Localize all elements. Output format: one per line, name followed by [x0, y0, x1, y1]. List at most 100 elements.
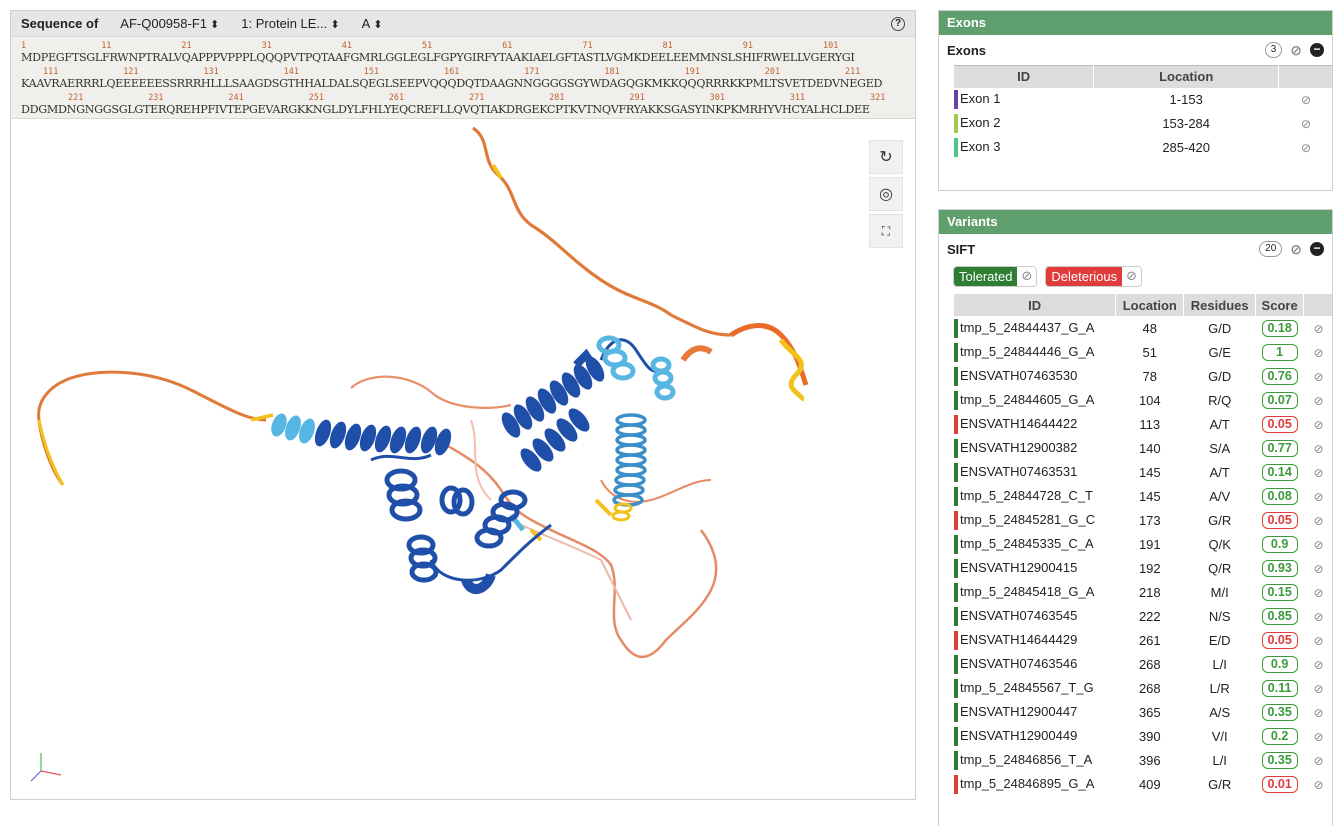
variant-row[interactable]: tmp_5_24844605_G_A 104 R/Q 0.07 ⊘ [954, 388, 1332, 412]
variant-visibility-cell: ⊘ [1304, 436, 1332, 460]
hide-icon[interactable]: ⊘ [1314, 682, 1324, 696]
column-header-visibility [1303, 294, 1332, 316]
variant-id-cell: tmp_5_24844446_G_A [954, 340, 1116, 364]
hide-icon[interactable]: ⊘ [1314, 658, 1324, 672]
chain-select[interactable]: A [362, 16, 383, 31]
hide-icon[interactable]: ⊘ [1122, 267, 1142, 285]
hide-icon[interactable]: ⊘ [1017, 267, 1037, 285]
hide-icon[interactable]: ⊘ [1314, 322, 1324, 336]
variant-location: 48 [1142, 320, 1158, 336]
hide-icon[interactable]: ⊘ [1314, 394, 1324, 408]
column-header-id[interactable]: ID [954, 294, 1117, 316]
variant-row[interactable]: ENSVATH12900415 192 Q/R 0.93 ⊘ [954, 556, 1332, 580]
variant-row[interactable]: tmp_5_24845567_T_G 268 L/R 0.11 ⊘ [954, 676, 1332, 700]
hide-icon[interactable]: ⊘ [1314, 442, 1324, 456]
filter-deleterious-label: Deleterious [1046, 266, 1123, 286]
reset-icon[interactable]: ↻ [869, 140, 903, 174]
hide-icon[interactable]: ⊘ [1314, 514, 1324, 528]
filter-tolerated[interactable]: Tolerated ⊘ [953, 265, 1038, 287]
variant-visibility-cell: ⊘ [1304, 556, 1332, 580]
variant-row[interactable]: tmp_5_24846895_G_A 409 G/R 0.01 ⊘ [954, 772, 1332, 796]
variant-score: 0.01 [1261, 775, 1298, 793]
hide-icon[interactable]: ⊘ [1301, 93, 1311, 107]
variant-row[interactable]: tmp_5_24844446_G_A 51 G/E 1 ⊘ [954, 340, 1332, 364]
sequence-position-label: 31 [261, 41, 272, 51]
hide-icon[interactable]: ⊘ [1314, 418, 1324, 432]
hide-icon[interactable]: ⊘ [1314, 370, 1324, 384]
filter-deleterious[interactable]: Deleterious ⊘ [1045, 265, 1143, 287]
variant-row[interactable]: tmp_5_24844728_C_T 145 A/V 0.08 ⊘ [954, 484, 1332, 508]
screenshot-icon[interactable]: ◎ [869, 177, 903, 211]
variant-score: 0.05 [1261, 415, 1298, 433]
sequence-residues[interactable]: MDPEGFTSGLFRWNPTRALVQAPPPVPPPLQQQPVTPQTA… [21, 51, 905, 64]
variant-row[interactable]: ENSVATH12900447 365 A/S 0.35 ⊘ [954, 700, 1332, 724]
exon-row[interactable]: Exon 3 285-420 ⊘ [954, 136, 1332, 160]
exons-count-badge: 3 [1264, 42, 1283, 58]
variant-visibility-cell: ⊘ [1304, 484, 1332, 508]
variants-panel: Variants SIFT 20 ⊘ − Tolerated ⊘ Deleter… [938, 209, 1333, 826]
column-header-score[interactable]: Score [1255, 294, 1305, 316]
variant-score-cell: 0.08 [1256, 484, 1304, 508]
hide-icon[interactable]: ⊘ [1314, 634, 1324, 648]
hide-icon[interactable]: ⊘ [1290, 42, 1302, 59]
variant-row[interactable]: ENSVATH07463546 268 L/I 0.9 ⊘ [954, 652, 1332, 676]
hide-icon[interactable]: ⊘ [1301, 141, 1311, 155]
hide-icon[interactable]: ⊘ [1290, 241, 1302, 258]
sequence-residues[interactable]: KAAVRAERRRLQEEEEEESSRRRHLLLSAAGDSGTHHALD… [21, 77, 905, 90]
variant-row[interactable]: ENSVATH14644422 113 A/T 0.05 ⊘ [954, 412, 1332, 436]
variant-score: 0.76 [1261, 367, 1298, 385]
hide-icon[interactable]: ⊘ [1314, 730, 1324, 744]
column-header-location[interactable]: Location [1115, 294, 1185, 316]
hide-icon[interactable]: ⊘ [1314, 586, 1324, 600]
variant-score-cell: 0.05 [1256, 412, 1304, 436]
exon-row[interactable]: Exon 2 153-284 ⊘ [954, 112, 1332, 136]
variant-location: 222 [1138, 608, 1161, 624]
variant-location: 218 [1138, 584, 1161, 600]
entity-select[interactable]: 1: Protein LE... [241, 16, 339, 31]
variant-row[interactable]: ENSVATH12900382 140 S/A 0.77 ⊘ [954, 436, 1332, 460]
variant-row[interactable]: tmp_5_24844437_G_A 48 G/D 0.18 ⊘ [954, 316, 1332, 340]
column-header-id[interactable]: ID [954, 65, 1095, 88]
entry-select[interactable]: AF-Q00958-F1 [120, 16, 219, 31]
variant-row[interactable]: tmp_5_24846856_T_A 396 L/I 0.35 ⊘ [954, 748, 1332, 772]
remove-track-icon[interactable]: − [1310, 242, 1324, 256]
help-icon[interactable]: ? [891, 16, 905, 31]
hide-icon[interactable]: ⊘ [1314, 490, 1324, 504]
variant-row[interactable]: tmp_5_24845335_C_A 191 Q/K 0.9 ⊘ [954, 532, 1332, 556]
hide-icon[interactable]: ⊘ [1314, 538, 1324, 552]
column-header-location[interactable]: Location [1093, 65, 1280, 88]
variant-row[interactable]: ENSVATH14644429 261 E/D 0.05 ⊘ [954, 628, 1332, 652]
exon-row[interactable]: Exon 1 1-153 ⊘ [954, 88, 1332, 112]
variant-row[interactable]: ENSVATH07463530 78 G/D 0.76 ⊘ [954, 364, 1332, 388]
hide-icon[interactable]: ⊘ [1314, 346, 1324, 360]
variant-status-bar [954, 534, 958, 554]
hide-icon[interactable]: ⊘ [1314, 778, 1324, 792]
remove-track-icon[interactable]: − [1310, 43, 1324, 57]
variant-location: 396 [1138, 752, 1161, 768]
sequence-position-label: 191 [684, 67, 700, 77]
column-header-residues[interactable]: Residues [1183, 294, 1257, 316]
sequence-residues[interactable]: DDGMDNGNGGSGLGTERQREHPFIVTEPGEVARGKKNGLD… [21, 103, 905, 116]
variant-status-bar [954, 462, 958, 482]
structure-3d-view[interactable]: ↻ ◎ ⛶ [11, 120, 915, 799]
variant-row[interactable]: ENSVATH12900449 390 V/I 0.2 ⊘ [954, 724, 1332, 748]
variant-row[interactable]: tmp_5_24845281_G_C 173 G/R 0.05 ⊘ [954, 508, 1332, 532]
hide-icon[interactable]: ⊘ [1314, 754, 1324, 768]
hide-icon[interactable]: ⊘ [1301, 117, 1311, 131]
sequence-position-label: 241 [228, 93, 244, 103]
exon-location: 285-420 [1162, 140, 1211, 155]
variant-id-cell: ENSVATH14644429 [954, 628, 1116, 652]
variant-status-bar [954, 606, 958, 626]
variant-row[interactable]: ENSVATH07463545 222 N/S 0.85 ⊘ [954, 604, 1332, 628]
variant-id: tmp_5_24844605_G_A [960, 391, 1095, 407]
hide-icon[interactable]: ⊘ [1314, 706, 1324, 720]
variant-row[interactable]: tmp_5_24845418_G_A 218 M/I 0.15 ⊘ [954, 580, 1332, 604]
variant-row[interactable]: ENSVATH07463531 145 A/T 0.14 ⊘ [954, 460, 1332, 484]
hide-icon[interactable]: ⊘ [1314, 610, 1324, 624]
sequence-position-label: 201 [764, 67, 781, 77]
expand-icon[interactable]: ⛶ [869, 214, 903, 248]
hide-icon[interactable]: ⊘ [1314, 562, 1324, 576]
sequence-position-label: 91 [742, 41, 754, 51]
variant-score: 0.14 [1261, 463, 1298, 481]
hide-icon[interactable]: ⊘ [1314, 466, 1324, 480]
